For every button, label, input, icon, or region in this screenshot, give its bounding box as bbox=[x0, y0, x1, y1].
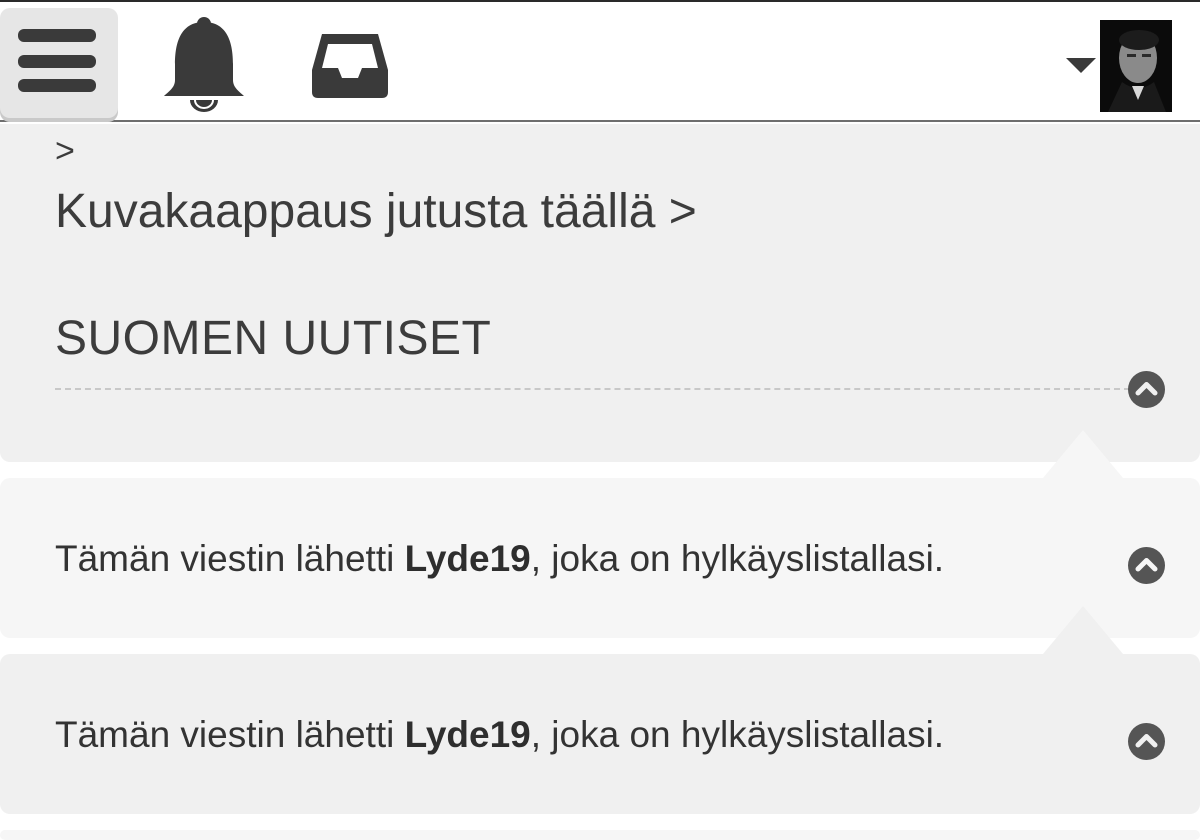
message-suffix: , joka on hylkäyslistallasi. bbox=[530, 538, 945, 579]
pointer-notch bbox=[1043, 606, 1123, 654]
menu-button[interactable] bbox=[0, 8, 118, 118]
message-prefix: Tämän viestin lähetti bbox=[55, 538, 405, 579]
message-suffix: , joka on hylkäyslistallasi. bbox=[530, 714, 945, 755]
caret-down-icon bbox=[1066, 58, 1096, 73]
avatar[interactable] bbox=[1100, 20, 1172, 112]
top-bar bbox=[0, 0, 1200, 122]
ignored-post-message: Tämän viestin lähetti Lyde19, joka on hy… bbox=[55, 714, 944, 756]
divider bbox=[55, 388, 1130, 390]
ignored-post: Tämän viestin lähetti Lyde19, joka on hy… bbox=[0, 654, 1200, 814]
breadcrumb-arrow[interactable]: > bbox=[55, 132, 75, 171]
hamburger-icon bbox=[18, 79, 96, 92]
ignored-post: Tämän viestin lähetti Lyde19, joka on hy… bbox=[0, 478, 1200, 638]
chevron-up-icon[interactable] bbox=[1128, 723, 1165, 760]
message-prefix: Tämän viestin lähetti bbox=[55, 714, 405, 755]
breadcrumb-link[interactable]: Kuvakaappaus jutusta täällä > bbox=[55, 184, 697, 239]
author-link[interactable]: Lyde19 bbox=[405, 714, 531, 755]
ignored-post bbox=[0, 830, 1200, 840]
section-title: SUOMEN UUTISET bbox=[55, 312, 492, 365]
pointer-notch bbox=[1043, 430, 1123, 478]
inbox-tray-icon[interactable] bbox=[308, 30, 392, 100]
forum-header-panel bbox=[0, 124, 1200, 462]
hamburger-icon bbox=[18, 55, 96, 68]
chevron-up-icon[interactable] bbox=[1128, 371, 1165, 408]
bell-icon[interactable] bbox=[160, 16, 250, 114]
author-link[interactable]: Lyde19 bbox=[405, 538, 531, 579]
hamburger-icon bbox=[18, 29, 96, 42]
user-menu[interactable] bbox=[1066, 20, 1172, 114]
chevron-up-icon[interactable] bbox=[1128, 547, 1165, 584]
ignored-post-message: Tämän viestin lähetti Lyde19, joka on hy… bbox=[55, 538, 944, 580]
